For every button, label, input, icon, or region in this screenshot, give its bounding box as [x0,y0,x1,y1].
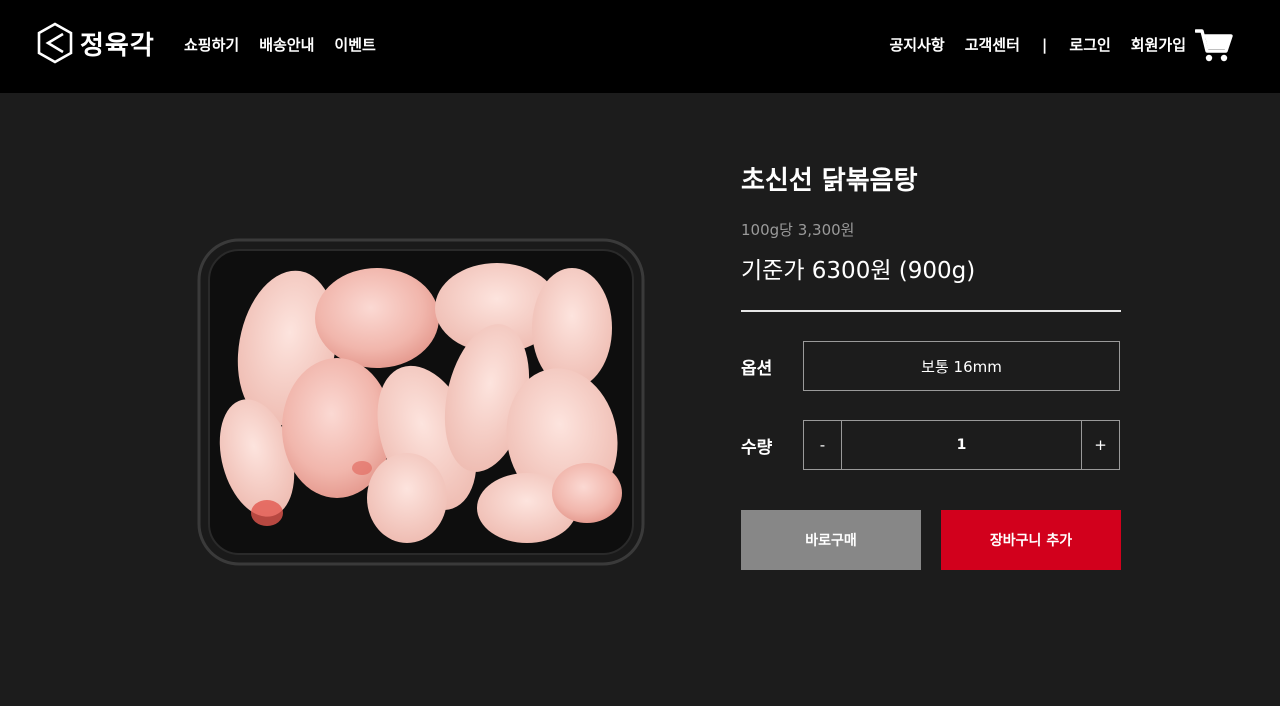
nav-separator: | [1041,36,1048,54]
nav-login[interactable]: 로그인 [1069,35,1110,55]
brand-name: 정육각 [80,30,155,61]
logo[interactable]: 정육각 [36,22,155,64]
nav-shopping[interactable]: 쇼핑하기 [184,35,239,55]
main-nav: 쇼핑하기 배송안내 이벤트 [184,35,376,55]
quantity-stepper: - 1 + [803,420,1120,470]
nav-customer-center[interactable]: 고객센터 [965,35,1020,55]
nav-notices[interactable]: 공지사항 [890,35,945,55]
nav-delivery-info[interactable]: 배송안내 [259,35,314,55]
product-image [197,238,645,566]
site-header: 정육각 쇼핑하기 배송안내 이벤트 공지사항 고객센터 | 로그인 회원가입 [0,0,1280,93]
increase-button[interactable]: + [1081,421,1119,469]
decrease-button[interactable]: - [804,421,842,469]
shopping-cart-icon[interactable] [1195,27,1233,63]
option-value: 보통 16mm [921,357,1002,376]
unit-price: 100g당 3,300원 [741,221,855,239]
divider [741,310,1121,312]
quantity-input[interactable]: 1 [842,421,1081,469]
quantity-label: 수량 [741,438,773,458]
nav-signup[interactable]: 회원가입 [1131,35,1186,55]
add-to-cart-button[interactable]: 장바구니 추가 [941,510,1121,570]
product-title: 초신선 닭볶음탕 [741,166,918,196]
option-label: 옵션 [741,359,773,379]
buy-now-button[interactable]: 바로구매 [741,510,921,570]
utility-nav: 공지사항 고객센터 | 로그인 회원가입 [890,35,1187,55]
hexagon-logo-icon [37,22,73,64]
nav-events[interactable]: 이벤트 [334,35,375,55]
option-select[interactable]: 보통 16mm [803,341,1120,391]
base-price: 기준가 6300원 (900g) [741,258,976,284]
